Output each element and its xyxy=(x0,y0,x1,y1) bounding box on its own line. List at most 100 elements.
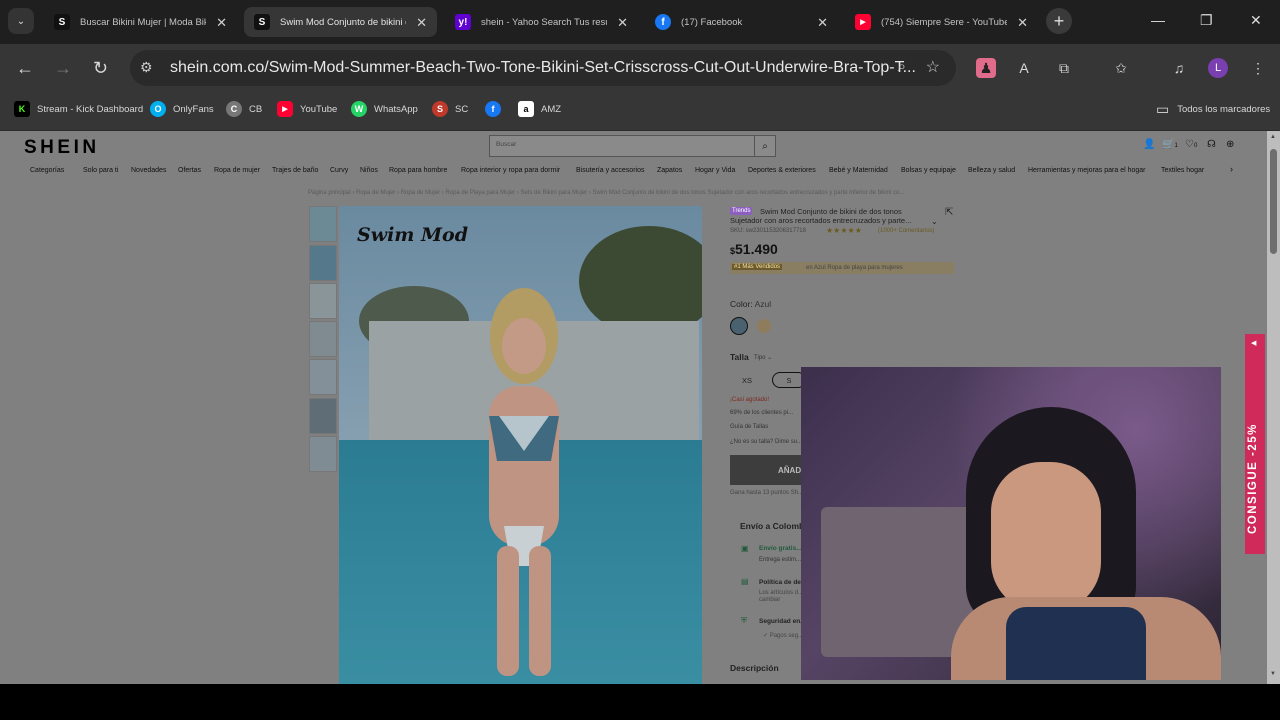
close-tab-icon[interactable]: ✕ xyxy=(617,15,628,31)
category-nav-item[interactable]: Ropa de mujer xyxy=(214,167,260,174)
cart-icon[interactable]: 🛒1 xyxy=(1162,139,1178,150)
category-nav-item[interactable]: Solo para ti xyxy=(83,167,118,174)
bookmark-kick[interactable]: K Stream - Kick Dashboard xyxy=(14,101,143,117)
thumbnail[interactable] xyxy=(309,398,337,434)
thumbnail[interactable] xyxy=(309,359,337,395)
search-icon[interactable]: ⌕ xyxy=(754,136,775,156)
close-tab-icon[interactable]: ✕ xyxy=(1017,15,1028,31)
forward-arrow-icon[interactable]: → xyxy=(54,58,72,79)
tab-search-button[interactable]: ⌄ xyxy=(8,8,34,34)
back-arrow-icon[interactable]: ← xyxy=(16,58,34,79)
add-to-cart-button[interactable]: AÑAD... xyxy=(730,455,808,485)
size-type-dropdown[interactable]: Tipo ⌄ xyxy=(754,354,772,361)
bookmark-onlyfans[interactable]: O OnlyFans xyxy=(150,101,214,117)
category-nav-item[interactable]: Herramientas y mejoras para el hogar xyxy=(1028,167,1146,174)
site-info-icon[interactable]: ⚙ xyxy=(140,59,153,76)
promo-side-tab[interactable]: ◀ CONSIGUE -25% xyxy=(1245,334,1265,554)
thumbnail[interactable] xyxy=(309,436,337,472)
delivery-estimate: Entrega estim... xyxy=(759,557,802,563)
category-nav-item[interactable]: Ofertas xyxy=(178,167,201,174)
scroll-down-icon[interactable]: ▼ xyxy=(1270,671,1276,677)
share-icon[interactable]: ⇱ xyxy=(945,207,953,218)
bookmarks-star-icon[interactable]: ✩ xyxy=(1111,58,1131,78)
support-icon[interactable]: ☊ xyxy=(1207,139,1216,150)
page-scrollbar[interactable]: ▲ ▼ xyxy=(1267,131,1280,684)
thumbnail[interactable] xyxy=(309,245,337,281)
breadcrumb[interactable]: Página principal › Ropa de Mujer › Ropa … xyxy=(308,190,904,196)
globe-icon[interactable]: ⊕ xyxy=(1226,139,1234,150)
close-tab-icon[interactable]: ✕ xyxy=(817,15,828,31)
category-nav-item[interactable]: Niños xyxy=(360,167,378,174)
zoom-search-icon[interactable]: ⌕ xyxy=(898,58,906,75)
media-control-icon[interactable]: ♫ xyxy=(1169,58,1189,78)
promo-collapse-icon[interactable]: ◀ xyxy=(1251,339,1256,347)
category-nav-item[interactable]: Categorías xyxy=(30,167,64,174)
category-nav-item[interactable]: Bebé y Maternidad xyxy=(829,167,888,174)
scrollbar-thumb[interactable] xyxy=(1270,149,1277,254)
extensions-puzzle-icon[interactable]: ⧉ xyxy=(1054,58,1074,78)
tab-2-active[interactable]: S Swim Mod Conjunto de bikini de ✕ xyxy=(244,7,437,37)
category-nav-item[interactable]: Trajes de baño xyxy=(272,167,318,174)
profile-avatar[interactable]: L xyxy=(1208,58,1228,78)
minimize-icon[interactable]: — xyxy=(1151,12,1165,28)
description-heading[interactable]: Descripción xyxy=(730,663,779,673)
url-text[interactable]: shein.com.co/Swim-Mod-Summer-Beach-Two-T… xyxy=(170,59,916,77)
color-swatch-blue[interactable] xyxy=(730,317,748,335)
tab-3[interactable]: y! shein - Yahoo Search Tus resultados ✕ xyxy=(445,7,638,37)
product-main-image[interactable]: Swim Mod xyxy=(339,206,702,684)
return-policy-title[interactable]: Política de de... xyxy=(759,579,806,586)
category-nav-item[interactable]: Novedades xyxy=(131,167,166,174)
bookmark-youtube[interactable]: ▶ YouTube xyxy=(277,101,337,117)
category-nav-item[interactable]: Zapatos xyxy=(657,167,682,174)
reload-icon[interactable]: ↻ xyxy=(93,58,108,79)
category-nav-item[interactable]: Curvy xyxy=(330,167,348,174)
bookmark-cb[interactable]: C CB xyxy=(226,101,262,117)
wishlist-icon[interactable]: ♡0 xyxy=(1185,139,1197,150)
shein-logo[interactable]: SHEIN xyxy=(24,137,100,159)
site-search-input[interactable]: Buscar ⌕ xyxy=(489,135,776,157)
menu-kebab-icon[interactable]: ⋮ xyxy=(1248,58,1268,78)
tab-4[interactable]: f (17) Facebook ✕ xyxy=(645,7,838,37)
restore-icon[interactable]: ❐ xyxy=(1200,12,1213,29)
size-guide-link[interactable]: Guía de Tallas xyxy=(730,424,768,430)
expand-chevron-icon[interactable]: ⌄ xyxy=(931,217,938,226)
all-bookmarks[interactable]: ▭ Todos los marcadores xyxy=(1156,101,1270,118)
category-nav-item[interactable]: Bisutería y accesorios xyxy=(576,167,644,174)
bookmark-star-icon[interactable]: ☆ xyxy=(926,57,940,77)
bestseller-bar[interactable]: #1 Más Vendidos en Azul Ropa de playa pa… xyxy=(730,262,954,274)
bookmark-whatsapp[interactable]: W WhatsApp xyxy=(351,101,418,117)
category-nav-item[interactable]: Deportes & exteriores xyxy=(748,167,816,174)
security-title[interactable]: Seguridad en... xyxy=(759,618,806,625)
close-tab-icon[interactable]: ✕ xyxy=(216,15,227,31)
whatsapp-icon: W xyxy=(351,101,367,117)
thumbnail[interactable] xyxy=(309,283,337,319)
tab-5[interactable]: ▶ (754) Siempre Sere - YouTube ✕ xyxy=(845,7,1038,37)
thumbnail[interactable] xyxy=(309,206,337,242)
bookmark-facebook[interactable]: f xyxy=(485,101,508,117)
category-nav-item[interactable]: Bolsas y equipaje xyxy=(901,167,956,174)
address-bar[interactable]: ⚙ shein.com.co/Swim-Mod-Summer-Beach-Two… xyxy=(130,50,956,86)
scroll-up-icon[interactable]: ▲ xyxy=(1270,134,1276,140)
extension-icon[interactable]: ♟ xyxy=(976,58,996,78)
bookmark-sc[interactable]: S SC xyxy=(432,101,468,117)
account-icon[interactable]: 👤 xyxy=(1143,139,1155,150)
color-swatch-brown[interactable] xyxy=(757,319,771,333)
translate-icon[interactable]: A xyxy=(1014,58,1034,78)
category-nav-item[interactable]: Ropa para hombre xyxy=(389,167,447,174)
tab-1[interactable]: S Buscar Bikini Mujer | Moda Bikini ✕ xyxy=(44,7,237,37)
bookmark-label: WhatsApp xyxy=(374,103,418,115)
category-nav-item[interactable]: Hogar y Vida xyxy=(695,167,735,174)
thumbnail[interactable] xyxy=(309,321,337,357)
rating-count[interactable]: (1000+ Comentarios) xyxy=(878,228,935,234)
find-size-link[interactable]: ¿No es su talla? Dime su... xyxy=(730,439,802,445)
nav-next-icon[interactable]: › xyxy=(1230,164,1233,174)
category-nav-item[interactable]: Ropa interior y ropa para dormir xyxy=(461,167,560,174)
close-window-icon[interactable]: ✕ xyxy=(1250,12,1262,29)
category-nav-item[interactable]: Textiles hogar xyxy=(1161,167,1204,174)
close-tab-icon[interactable]: ✕ xyxy=(416,15,427,31)
size-option-xs[interactable]: XS xyxy=(730,372,764,388)
tab-strip: ⌄ S Buscar Bikini Mujer | Moda Bikini ✕ … xyxy=(0,0,1280,44)
bookmark-amazon[interactable]: a AMZ xyxy=(518,101,561,117)
new-tab-button[interactable]: + xyxy=(1046,8,1072,34)
category-nav-item[interactable]: Belleza y salud xyxy=(968,167,1015,174)
